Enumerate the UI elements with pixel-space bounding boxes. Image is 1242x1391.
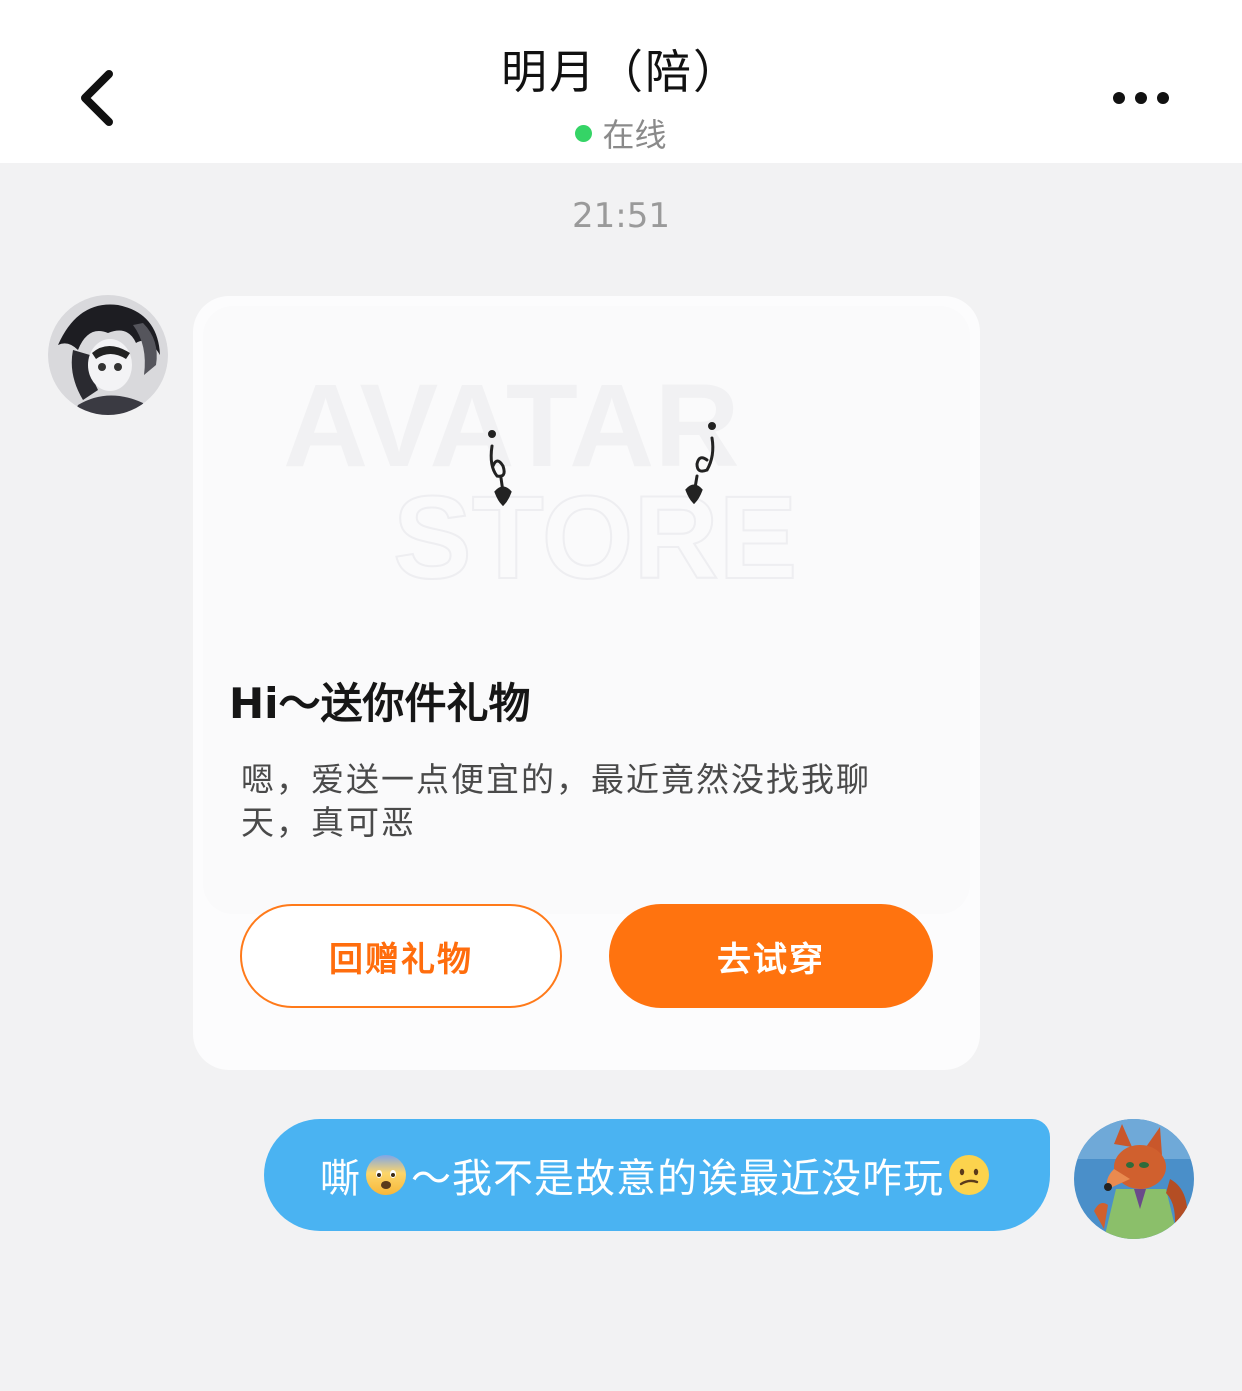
gift-card-message: 嗯，爱送一点便宜的，最近竟然没找我聊天，真可恶 xyxy=(241,760,871,842)
chat-header: 明月（陪） 在线 xyxy=(0,0,1242,163)
online-status: 在线 xyxy=(0,110,1242,156)
more-options-button[interactable] xyxy=(1106,78,1176,118)
message-text-part1: 嘶 xyxy=(320,1156,361,1202)
gift-card-title: Hi～送你件礼物 xyxy=(229,679,531,728)
confused-face-emoji xyxy=(949,1155,989,1195)
try-on-button[interactable]: 去试穿 xyxy=(609,904,933,1008)
message-text-part2: ～我不是故意的诶最近没咋玩 xyxy=(411,1156,944,1202)
online-dot-icon xyxy=(575,124,593,142)
contact-avatar[interactable] xyxy=(48,295,168,415)
watermark-store: STORE xyxy=(393,472,797,604)
outgoing-message-bubble[interactable]: 嘶 ～我不是故意的诶最近没咋玩 xyxy=(264,1119,1050,1231)
user-avatar[interactable] xyxy=(1074,1119,1194,1239)
gift-card: AVATAR STORE Hi～送你件礼物 嗯，爱送一点便宜的，最近竟然没找我聊… xyxy=(193,296,980,1070)
anxious-face-emoji xyxy=(366,1155,406,1195)
fox-avatar-icon xyxy=(1074,1119,1194,1239)
status-text: 在线 xyxy=(602,116,667,154)
more-dots-icon xyxy=(1113,92,1169,104)
message-timestamp: 21:51 xyxy=(572,196,670,236)
contact-name: 明月（陪） xyxy=(501,45,741,99)
anime-avatar-icon xyxy=(48,295,168,415)
return-gift-button[interactable]: 回赠礼物 xyxy=(240,904,562,1008)
